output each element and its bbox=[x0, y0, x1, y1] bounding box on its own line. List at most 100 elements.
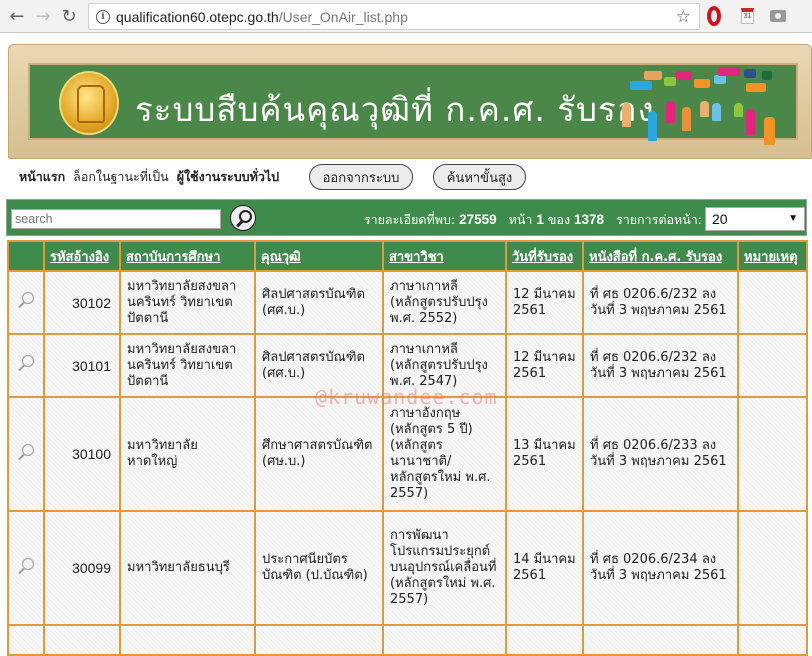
note-cell bbox=[737, 333, 808, 398]
note-cell bbox=[737, 624, 808, 656]
ref-id-cell: 30100 bbox=[43, 396, 121, 512]
header-institution[interactable]: สถาบันการศึกษา bbox=[119, 240, 256, 272]
url-path: /User_OnAir_list.php bbox=[278, 8, 408, 25]
page-current: 1 bbox=[536, 212, 544, 227]
letter-cell: ที่ ศธ 0206.6/232 ลง วันที่ 3 พฤษภาคม 25… bbox=[582, 333, 739, 398]
view-cell[interactable] bbox=[7, 624, 45, 656]
header-date[interactable]: วันที่รับรอง bbox=[505, 240, 584, 272]
ref-id-cell: 30099 bbox=[43, 510, 121, 626]
table-row: 30102 มหาวิทยาลัยสงขลานครินทร์ วิทยาเขตป… bbox=[7, 270, 808, 335]
search-input[interactable] bbox=[11, 209, 221, 229]
page-label: หน้า bbox=[508, 212, 533, 227]
header-view bbox=[7, 240, 45, 272]
banner-chalkboard: ระบบสืบค้นคุณวุฒิที่ ก.ค.ศ. รับรอง bbox=[28, 63, 798, 145]
sort-major[interactable]: สาขาวิชา bbox=[389, 250, 444, 265]
page-of-label: ของ bbox=[547, 212, 571, 227]
institution-cell: มหาวิทยาลัยธนบุรี bbox=[119, 510, 256, 626]
institution-cell: มหาวิทยาลัยหาดใหญ่ bbox=[119, 396, 256, 512]
note-cell bbox=[737, 510, 808, 626]
found-count: 27559 bbox=[459, 212, 497, 227]
major-cell bbox=[382, 624, 507, 656]
view-cell[interactable] bbox=[7, 333, 45, 398]
note-cell bbox=[737, 270, 808, 335]
sort-qualification[interactable]: คุณวุฒิ bbox=[261, 250, 301, 265]
ref-id-cell bbox=[43, 624, 121, 656]
view-cell[interactable] bbox=[7, 270, 45, 335]
info-icon[interactable]: i bbox=[96, 9, 110, 24]
table-row: 30101 มหาวิทยาลัยสงขลานครินทร์ วิทยาเขตป… bbox=[7, 333, 808, 398]
letter-cell bbox=[582, 624, 739, 656]
sort-note[interactable]: หมายเหตุ bbox=[744, 250, 798, 265]
browser-toolbar: ← → ↻ i qualification60.otepc.go.th/User… bbox=[0, 0, 812, 33]
search-button[interactable] bbox=[230, 205, 256, 231]
letter-cell: ที่ ศธ 0206.6/234 ลง วันที่ 3 พฤษภาคม 25… bbox=[582, 510, 739, 626]
view-cell[interactable] bbox=[7, 396, 45, 512]
browser-menu-icon[interactable]: ⋮ bbox=[806, 4, 812, 18]
user-role: ผู้ใช้งานระบบทั่วไป bbox=[176, 169, 280, 184]
reload-button[interactable]: ↻ bbox=[56, 3, 82, 29]
home-link[interactable]: หน้าแรก bbox=[19, 167, 65, 187]
major-cell: ภาษาเกาหลี (หลักสูตรปรับปรุง พ.ศ. 2547) bbox=[382, 333, 507, 398]
ref-id-cell: 30101 bbox=[43, 333, 121, 398]
address-bar[interactable]: i qualification60.otepc.go.th/User_OnAir… bbox=[88, 3, 700, 30]
institution-cell bbox=[119, 624, 256, 656]
institution-cell: มหาวิทยาลัยสงขลานครินทร์ วิทยาเขตปัตตานี bbox=[119, 333, 256, 398]
qualification-cell: ศิลปศาสตรบัณฑิต (ศศ.บ.) bbox=[254, 333, 384, 398]
major-cell: ภาษาเกาหลี (หลักสูตรปรับปรุง พ.ศ. 2552) bbox=[382, 270, 507, 335]
view-details-icon[interactable] bbox=[17, 291, 35, 309]
banner-title: ระบบสืบค้นคุณวุฒิที่ ก.ค.ศ. รับรอง bbox=[135, 90, 655, 129]
sort-institution[interactable]: สถาบันการศึกษา bbox=[126, 250, 220, 265]
forward-button[interactable]: → bbox=[30, 3, 56, 29]
advanced-search-button[interactable]: ค้นหาขั้นสูง bbox=[433, 164, 526, 190]
view-details-icon[interactable] bbox=[17, 443, 35, 461]
qualification-cell: ประกาศนียบัตรบัณฑิต (ป.บัณฑิต) bbox=[254, 510, 384, 626]
header-letter[interactable]: หนังสือที่ ก.ค.ศ. รับรอง bbox=[582, 240, 739, 272]
qualification-cell: ศึกษาศาสตรบัณฑิต (ศษ.บ.) bbox=[254, 396, 384, 512]
sort-letter[interactable]: หนังสือที่ ก.ค.ศ. รับรอง bbox=[589, 250, 722, 265]
date-cell bbox=[505, 624, 584, 656]
url-host: qualification60.otepc.go.th bbox=[116, 8, 279, 25]
camera-extension-icon[interactable] bbox=[770, 10, 786, 22]
institution-cell: มหาวิทยาลัยสงขลานครินทร์ วิทยาเขตปัตตานี bbox=[119, 270, 256, 335]
bookmark-star-icon[interactable]: ☆ bbox=[676, 7, 691, 27]
ref-id-cell: 30102 bbox=[43, 270, 121, 335]
table-row: 30100 มหาวิทยาลัยหาดใหญ่ ศึกษาศาสตรบัณฑิ… bbox=[7, 396, 808, 512]
per-page-select[interactable]: 20 ▼ bbox=[705, 207, 805, 231]
header-qualification[interactable]: คุณวุฒิ bbox=[254, 240, 384, 272]
view-details-icon[interactable] bbox=[17, 557, 35, 575]
header-ref-id[interactable]: รหัสอ้างอิง bbox=[43, 240, 121, 272]
logout-button[interactable]: ออกจากระบบ bbox=[309, 164, 413, 190]
site-banner: ระบบสืบค้นคุณวุฒิที่ ก.ค.ศ. รับรอง bbox=[8, 44, 812, 159]
sort-ref-id[interactable]: รหัสอ้างอิง bbox=[50, 250, 109, 265]
user-nav: หน้าแรก ล็อกในฐานะที่เป็น ผู้ใช้งานระบบท… bbox=[19, 164, 287, 190]
search-bar: รายละเอียดที่พบ: 27559 หน้า 1 ของ 1378 ร… bbox=[6, 199, 807, 236]
login-as-label: ล็อกในฐานะที่เป็น bbox=[73, 169, 169, 184]
result-stats: รายละเอียดที่พบ: 27559 หน้า 1 ของ 1378 ร… bbox=[364, 210, 702, 230]
calendar-extension-icon[interactable]: 31 bbox=[741, 8, 754, 24]
arrow-left-icon: ← bbox=[9, 5, 25, 27]
back-button[interactable]: ← bbox=[4, 3, 30, 29]
view-details-icon[interactable] bbox=[17, 354, 35, 372]
table-row: 30099 มหาวิทยาลัยธนบุรี ประกาศนียบัตรบัณ… bbox=[7, 510, 808, 626]
ministry-seal-logo bbox=[59, 71, 119, 135]
major-cell: ภาษาอังกฤษ (หลักสูตร 5 ปี) (หลักสูตรนานา… bbox=[382, 396, 507, 512]
letter-cell: ที่ ศธ 0206.6/233 ลง วันที่ 3 พฤษภาคม 25… bbox=[582, 396, 739, 512]
page-total: 1378 bbox=[574, 212, 605, 227]
header-major[interactable]: สาขาวิชา bbox=[382, 240, 507, 272]
header-note[interactable]: หมายเหตุ bbox=[737, 240, 808, 272]
view-cell[interactable] bbox=[7, 510, 45, 626]
dropdown-arrow-icon: ▼ bbox=[788, 213, 798, 224]
major-cell: การพัฒนาโปรแกรมประยุกต์บนอุปกรณ์เคลื่อนท… bbox=[382, 510, 507, 626]
date-cell: 12 มีนาคม 2561 bbox=[505, 333, 584, 398]
date-cell: 14 มีนาคม 2561 bbox=[505, 510, 584, 626]
results-table: รหัสอ้างอิง สถาบันการศึกษา คุณวุฒิ สาขาว… bbox=[7, 240, 808, 656]
qualification-cell: ศิลปศาสตรบัณฑิต (ศศ.บ.) bbox=[254, 270, 384, 335]
reload-icon: ↻ bbox=[61, 5, 77, 27]
per-page-label: รายการต่อหน้า: bbox=[616, 212, 702, 227]
letter-cell: ที่ ศธ 0206.6/232 ลง วันที่ 3 พฤษภาคม 25… bbox=[582, 270, 739, 335]
table-row bbox=[7, 624, 808, 656]
opera-extension-icon[interactable] bbox=[707, 6, 721, 26]
table-header-row: รหัสอ้างอิง สถาบันการศึกษา คุณวุฒิ สาขาว… bbox=[7, 240, 808, 272]
sort-date[interactable]: วันที่รับรอง bbox=[512, 250, 573, 265]
date-cell: 12 มีนาคม 2561 bbox=[505, 270, 584, 335]
